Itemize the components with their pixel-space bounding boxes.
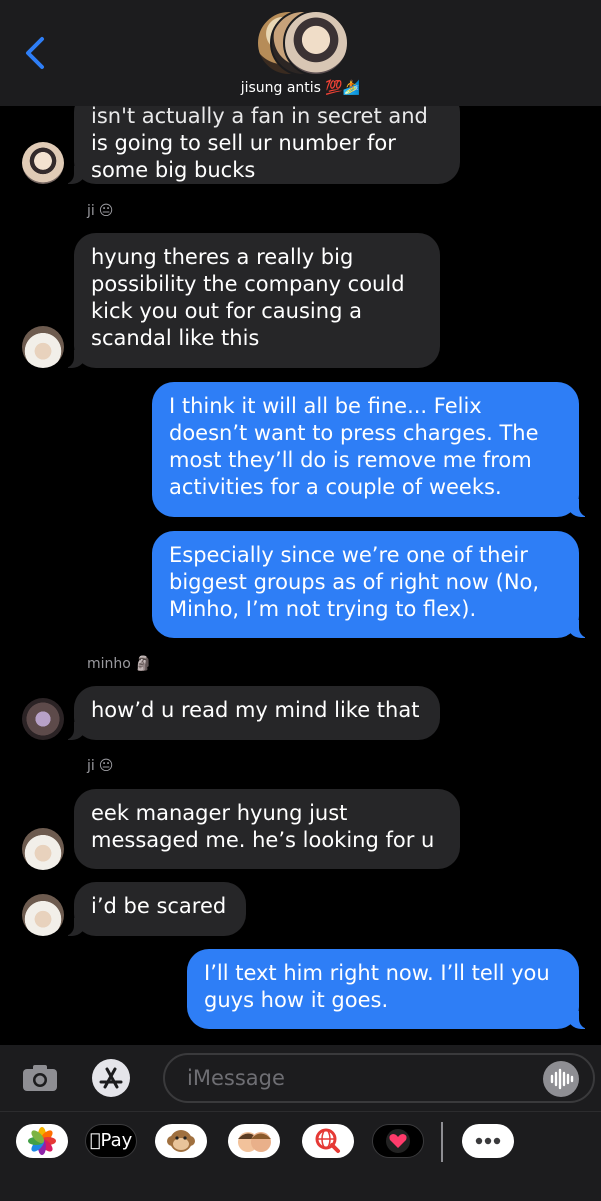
group-avatar-3[interactable]: [283, 10, 349, 76]
monkey-face-icon: [167, 1130, 195, 1152]
sender-name: ji 😐: [87, 758, 114, 774]
app-store-glyph-icon: [99, 1067, 123, 1089]
more-apps-icon[interactable]: [462, 1124, 514, 1158]
web-image-search-icon[interactable]: [302, 1124, 354, 1158]
message-bubble[interactable]: how’d u read my mind like that: [64, 686, 440, 740]
message-text: I think it will all be fine... Felix doe…: [169, 394, 539, 499]
message-bubble-outgoing[interactable]: I think it will all be fine... Felix doe…: [152, 382, 589, 517]
message-text: eek manager hyung just messaged me. he’s…: [91, 801, 435, 852]
magnifier-globe-icon: [315, 1128, 340, 1153]
memoji-icon[interactable]: [228, 1124, 280, 1158]
message-text: I’ll text him right now. I’ll tell you g…: [204, 961, 550, 1012]
app-drawer-tray: Pay: [0, 1111, 601, 1201]
avatar[interactable]: [22, 142, 64, 184]
message-bubble[interactable]: i’d be scared: [64, 882, 246, 936]
message-partial-text: isn't actually a fan in secret and: [91, 104, 428, 128]
imessage-placeholder: iMessage: [187, 1066, 285, 1090]
message-bubble[interactable]: hyung theres a really big possibility th…: [64, 233, 440, 368]
heart-touch-icon: [386, 1129, 410, 1153]
message-text: how’d u read my mind like that: [91, 698, 420, 722]
message-text: i’d be scared: [91, 894, 227, 918]
back-chevron-icon[interactable]: [22, 36, 48, 70]
digital-touch-icon[interactable]: [372, 1124, 424, 1158]
photos-flower-icon: [28, 1127, 56, 1155]
camera-icon[interactable]: [22, 1064, 58, 1092]
ellipsis-icon: [475, 1137, 501, 1145]
tray-divider: [441, 1122, 443, 1162]
apple-logo-icon: : [90, 1130, 101, 1151]
sender-name: minho 🗿: [87, 656, 153, 672]
avatar[interactable]: [22, 326, 64, 368]
waveform-icon: [550, 1068, 574, 1090]
message-bubble-outgoing[interactable]: Especially since we’re one of their bigg…: [152, 531, 589, 638]
apple-pay-app-icon[interactable]: Pay: [85, 1124, 137, 1158]
memoji-faces-icon: [238, 1132, 271, 1152]
message-composer: iMessage: [0, 1045, 601, 1111]
message-text: hyung theres a really big possibility th…: [91, 245, 405, 350]
imessage-input[interactable]: iMessage: [163, 1053, 595, 1103]
message-text: is going to sell ur number for some big …: [91, 131, 396, 182]
message-bubble[interactable]: eek manager hyung just messaged me. he’s…: [74, 789, 460, 869]
avatar[interactable]: [22, 828, 64, 870]
avatar[interactable]: [22, 894, 64, 936]
apple-pay-label: Pay: [95, 1130, 133, 1151]
app-store-icon[interactable]: [92, 1059, 130, 1097]
avatar[interactable]: [22, 698, 64, 740]
audio-record-icon[interactable]: [543, 1061, 579, 1097]
sender-name: ji 😐: [87, 203, 114, 219]
message-bubble-outgoing[interactable]: I’ll text him right now. I’ll tell you g…: [187, 949, 589, 1029]
conversation-header: jisung antis 💯🏄: [0, 0, 601, 106]
chat-title[interactable]: jisung antis 💯🏄: [0, 80, 601, 96]
animoji-monkey-icon[interactable]: [155, 1124, 207, 1158]
message-text: Especially since we’re one of their bigg…: [169, 543, 540, 621]
photos-app-icon[interactable]: [16, 1124, 68, 1158]
